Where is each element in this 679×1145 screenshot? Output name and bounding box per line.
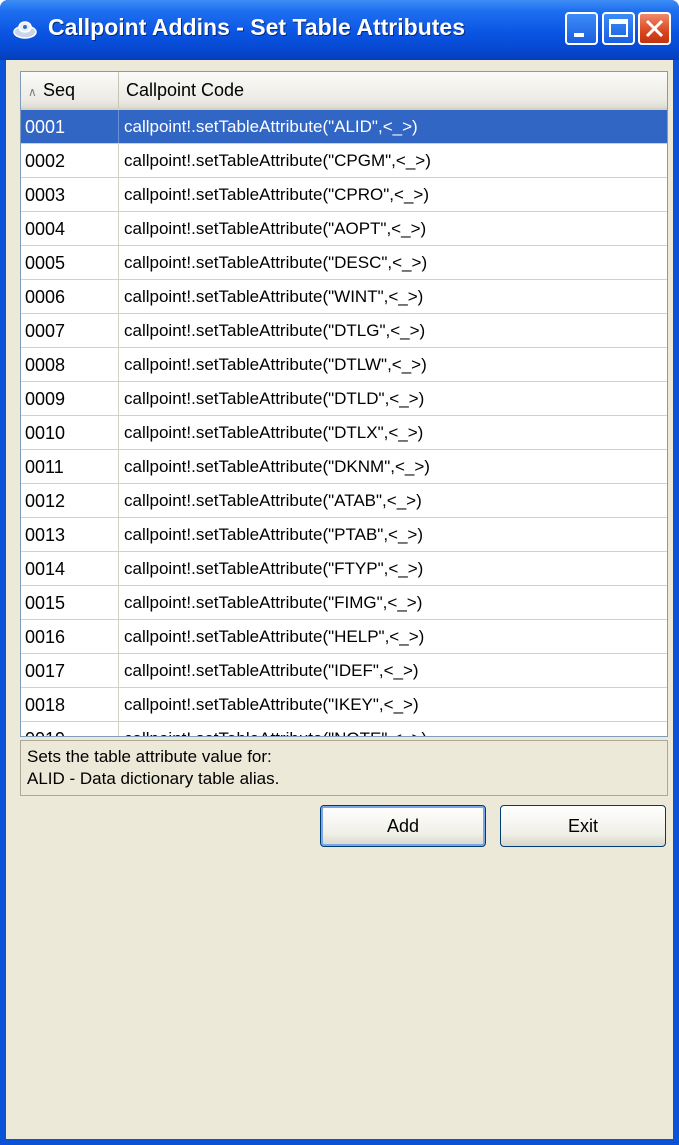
- seq-cell: 0013: [21, 518, 119, 551]
- description-panel: Sets the table attribute value for: ALID…: [20, 740, 668, 796]
- maximize-button[interactable]: [602, 12, 635, 45]
- callpoint-code-cell: callpoint!.setTableAttribute("DTLX",<_>): [124, 423, 424, 442]
- callpoint-grid[interactable]: ∧ Seq Callpoint Code 0001 callpoint!.setTa…: [20, 71, 668, 737]
- column-header-code-label: Callpoint Code: [126, 80, 245, 100]
- seq-cell: 0006: [21, 280, 119, 313]
- column-header-code[interactable]: Callpoint Code: [119, 72, 667, 108]
- seq-cell: 0014: [21, 552, 119, 585]
- callpoint-code-cell: callpoint!.setTableAttribute("AOPT",<_>): [124, 219, 427, 238]
- seq-cell: 0017: [21, 654, 119, 687]
- add-button[interactable]: Add: [320, 805, 486, 847]
- table-row[interactable]: 0015 callpoint!.setTableAttribute("FIMG",…: [21, 586, 667, 620]
- table-row[interactable]: 0004 callpoint!.setTableAttribute("AOPT",…: [21, 212, 667, 246]
- table-row[interactable]: 0007 callpoint!.setTableAttribute("DTLG",…: [21, 314, 667, 348]
- seq-cell: 0018: [21, 688, 119, 721]
- callpoint-code-cell: callpoint!.setTableAttribute("WINT",<_>): [124, 287, 424, 306]
- seq-cell: 0019: [21, 722, 119, 736]
- seq-cell: 0016: [21, 620, 119, 653]
- seq-cell: 0012: [21, 484, 119, 517]
- table-row[interactable]: 0003 callpoint!.setTableAttribute("CPRO",…: [21, 178, 667, 212]
- table-row[interactable]: 0009 callpoint!.setTableAttribute("DTLD",…: [21, 382, 667, 416]
- seq-cell: 0005: [21, 246, 119, 279]
- grid-header: ∧ Seq Callpoint Code: [21, 72, 667, 110]
- callpoint-code-cell: callpoint!.setTableAttribute("ATAB",<_>): [124, 491, 422, 510]
- seq-cell: 0010: [21, 416, 119, 449]
- seq-cell: 0015: [21, 586, 119, 619]
- seq-cell: 0001: [21, 110, 119, 143]
- seq-cell: 0004: [21, 212, 119, 245]
- maximize-icon: [609, 19, 628, 37]
- column-header-seq[interactable]: ∧ Seq: [21, 72, 119, 108]
- callpoint-code-cell: callpoint!.setTableAttribute("NOTE",<_>): [119, 722, 667, 736]
- callpoint-code-cell: callpoint!.setTableAttribute("FTYP",<_>): [124, 559, 424, 578]
- table-row[interactable]: 0017 callpoint!.setTableAttribute("IDEF",…: [21, 654, 667, 688]
- callpoint-code-cell: callpoint!.setTableAttribute("ALID",<_>): [124, 117, 418, 136]
- table-row[interactable]: 0012 callpoint!.setTableAttribute("ATAB",…: [21, 484, 667, 518]
- table-row[interactable]: 0010 callpoint!.setTableAttribute("DTLX",…: [21, 416, 667, 450]
- table-row[interactable]: 0008 callpoint!.setTableAttribute("DTLW",…: [21, 348, 667, 382]
- app-icon: [13, 21, 37, 39]
- table-row[interactable]: 0019callpoint!.setTableAttribute("NOTE",…: [21, 722, 667, 736]
- callpoint-code-cell: callpoint!.setTableAttribute("DKNM",<_>): [124, 457, 430, 476]
- callpoint-code-cell: callpoint!.setTableAttribute("FIMG",<_>): [124, 593, 423, 612]
- close-icon: [645, 19, 664, 38]
- exit-button[interactable]: Exit: [500, 805, 666, 847]
- seq-cell: 0011: [21, 450, 119, 483]
- callpoint-code-cell: callpoint!.setTableAttribute("DTLG",<_>): [124, 321, 426, 340]
- seq-cell: 0008: [21, 348, 119, 381]
- window-title: Callpoint Addins - Set Table Attributes: [48, 14, 465, 40]
- callpoint-code-cell: callpoint!.setTableAttribute("CPRO",<_>): [124, 185, 429, 204]
- table-row[interactable]: 0005 callpoint!.setTableAttribute("DESC",…: [21, 246, 667, 280]
- description-line-1: Sets the table attribute value for:: [27, 747, 272, 766]
- callpoint-code-cell: callpoint!.setTableAttribute("CPGM",<_>): [124, 151, 431, 170]
- minimize-button[interactable]: [565, 12, 598, 45]
- table-row[interactable]: 0002 callpoint!.setTableAttribute("CPGM",…: [21, 144, 667, 178]
- table-row[interactable]: 0006 callpoint!.setTableAttribute("WINT",…: [21, 280, 667, 314]
- description-line-2: ALID - Data dictionary table alias.: [27, 769, 280, 788]
- table-row[interactable]: 0016 callpoint!.setTableAttribute("HELP",…: [21, 620, 667, 654]
- callpoint-code-cell: callpoint!.setTableAttribute("DTLW",<_>): [124, 355, 427, 374]
- callpoint-code-cell: callpoint!.setTableAttribute("PTAB",<_>): [124, 525, 424, 544]
- sort-ascending-icon: ∧: [28, 85, 37, 99]
- seq-cell: 0007: [21, 314, 119, 347]
- table-row[interactable]: 0001 callpoint!.setTableAttribute("ALID",…: [21, 110, 667, 144]
- column-header-seq-label: Seq: [43, 80, 76, 100]
- callpoint-code-cell: callpoint!.setTableAttribute("IKEY",<_>): [124, 695, 419, 714]
- table-row[interactable]: 0018 callpoint!.setTableAttribute("IKEY",…: [21, 688, 667, 722]
- callpoint-code-cell: callpoint!.setTableAttribute("DESC",<_>): [124, 253, 428, 272]
- table-row[interactable]: 0013 callpoint!.setTableAttribute("PTAB",…: [21, 518, 667, 552]
- callpoint-code-cell: callpoint!.setTableAttribute("IDEF",<_>): [124, 661, 419, 680]
- dialog-window: Callpoint Addins - Set Table Attributes …: [0, 0, 679, 1145]
- table-row[interactable]: 0011 callpoint!.setTableAttribute("DKNM",…: [21, 450, 667, 484]
- callpoint-code-cell: callpoint!.setTableAttribute("DTLD",<_>): [124, 389, 425, 408]
- title-bar[interactable]: Callpoint Addins - Set Table Attributes: [0, 0, 679, 60]
- callpoint-code-cell: callpoint!.setTableAttribute("HELP",<_>): [124, 627, 425, 646]
- seq-cell: 0009: [21, 382, 119, 415]
- seq-cell: 0002: [21, 144, 119, 177]
- minimize-icon: [574, 33, 584, 37]
- table-row[interactable]: 0014 callpoint!.setTableAttribute("FTYP",…: [21, 552, 667, 586]
- seq-cell: 0003: [21, 178, 119, 211]
- close-button[interactable]: [638, 12, 671, 45]
